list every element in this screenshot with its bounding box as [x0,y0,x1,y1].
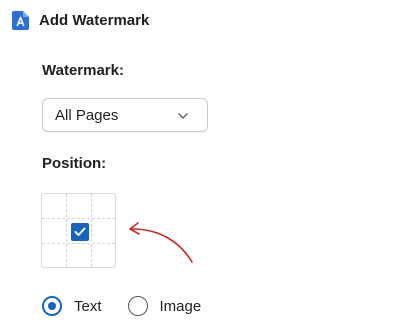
pdf-document-icon [12,10,29,30]
position-label: Position: [42,155,107,172]
dropdown-selected-value: All Pages [55,106,119,124]
position-cell-bottom-left[interactable] [42,244,67,269]
annotation-arrow-icon [129,222,193,263]
watermark-pages-dropdown[interactable]: All Pages [42,98,208,132]
radio-label-image: Image [159,297,202,315]
checkmark-icon [74,227,86,236]
radio-option-image[interactable]: Image [127,296,202,316]
position-grid [41,193,116,268]
position-cell-middle-left[interactable] [42,219,67,244]
watermark-type-radio-group: Text Image [42,295,227,317]
position-cell-top-center[interactable] [67,194,92,219]
radio-option-text[interactable]: Text [42,296,102,316]
position-cell-middle-center[interactable] [67,219,92,244]
selected-position-checkbox[interactable] [71,223,89,241]
panel-header: Add Watermark [12,9,149,31]
radio-label-text: Text [74,297,102,315]
position-cell-bottom-right[interactable] [92,244,117,269]
position-cell-top-left[interactable] [42,194,67,219]
panel-title: Add Watermark [39,11,150,29]
position-cell-top-right[interactable] [92,194,117,219]
position-cell-bottom-center[interactable] [67,244,92,269]
watermark-label: Watermark: [42,62,124,79]
text-radio-button[interactable] [42,296,62,316]
image-radio-button[interactable] [127,296,148,316]
position-cell-middle-right[interactable] [92,219,117,244]
chevron-down-icon [178,113,188,119]
